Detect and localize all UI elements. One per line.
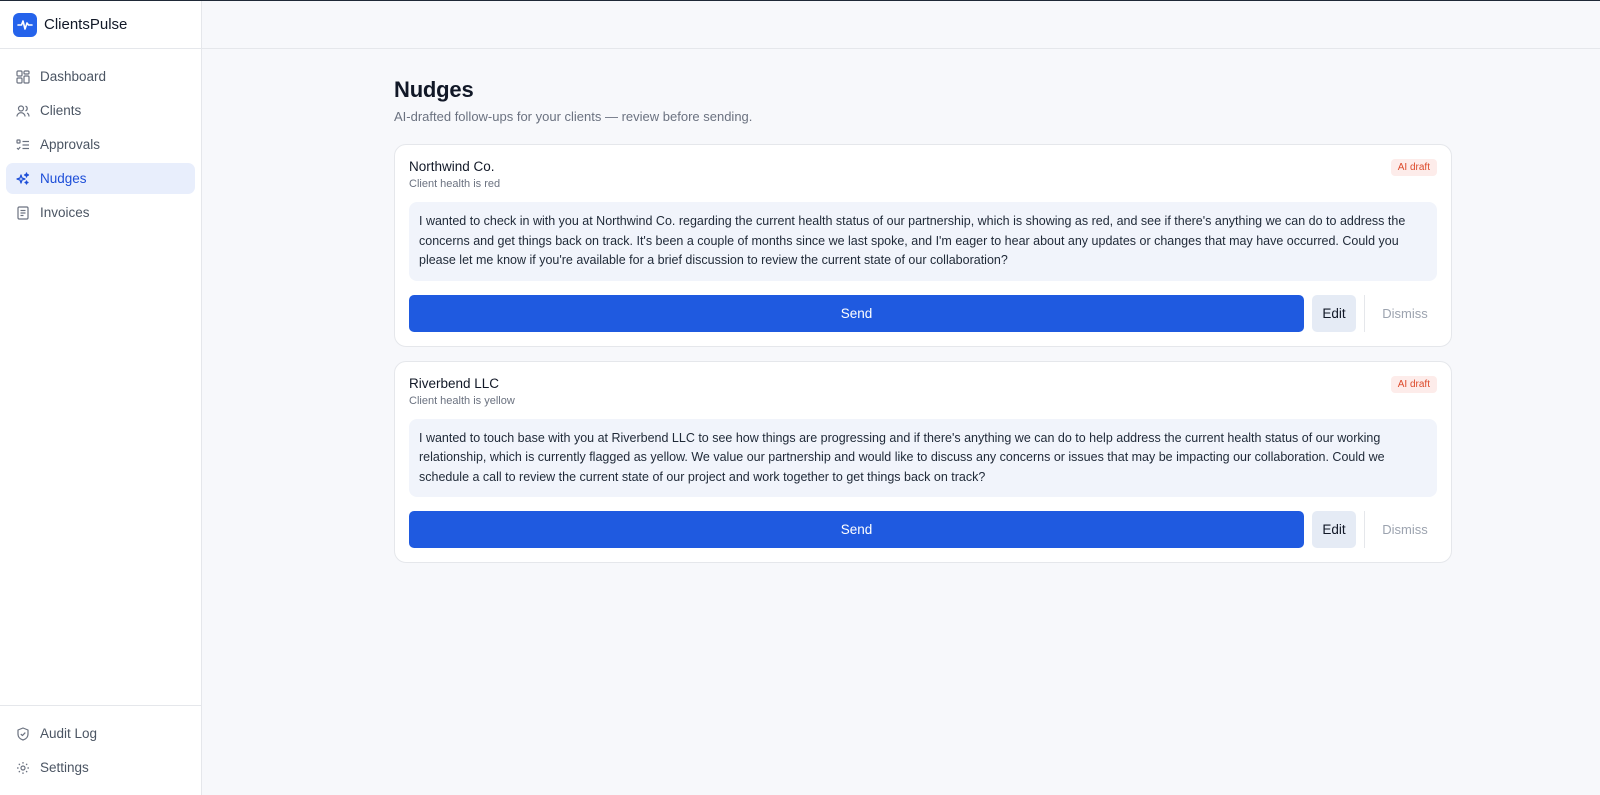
nudge-message: I wanted to check in with you at Northwi… (409, 202, 1437, 281)
main-area: Nudges AI-drafted follow-ups for your cl… (202, 1, 1600, 795)
users-icon (16, 104, 30, 118)
sidebar-item-label: Dashboard (40, 69, 107, 84)
client-health-status: Client health is red (409, 178, 501, 190)
sidebar-item-audit-log[interactable]: Audit Log (6, 718, 195, 749)
sidebar-item-settings[interactable]: Settings (6, 752, 195, 783)
nudge-message: I wanted to touch base with you at River… (409, 418, 1437, 497)
sidebar-item-invoices[interactable]: Invoices (6, 197, 195, 228)
grid-icon (16, 69, 30, 84)
brand-name: ClientsPulse (44, 16, 128, 33)
sparkles-icon (16, 171, 30, 186)
client-name: Riverbend LLC (409, 375, 500, 391)
checklist-icon (16, 138, 30, 152)
dismiss-button[interactable]: Dismiss (1373, 295, 1437, 332)
sidebar-item-label: Settings (40, 760, 89, 775)
sidebar-bottom-nav: Audit Log Settings (0, 705, 201, 795)
nudge-card-header: Riverbend LLC Client health is yellow AI… (409, 375, 1437, 407)
ai-draft-badge: AI draft (1390, 375, 1437, 393)
sidebar-item-label: Approvals (40, 137, 101, 152)
nudge-card: Northwind Co. Client health is red AI dr… (394, 144, 1452, 347)
nudges-page: Nudges AI-drafted follow-ups for your cl… (202, 49, 1452, 563)
dismiss-button[interactable]: Dismiss (1373, 511, 1437, 548)
sidebar-item-dashboard[interactable]: Dashboard (6, 61, 195, 92)
nudge-actions: Send Edit Dismiss (409, 294, 1437, 332)
client-health-status: Client health is yellow (409, 394, 515, 407)
page-subtitle: AI-drafted follow-ups for your clients —… (394, 109, 753, 124)
nudge-actions: Send Edit Dismiss (409, 511, 1437, 548)
sidebar-item-label: Nudges (40, 171, 87, 186)
sidebar-item-label: Audit Log (40, 726, 98, 741)
sidebar-item-clients[interactable]: Clients (6, 95, 195, 126)
page-title: Nudges (394, 77, 474, 102)
app-shell: ClientsPulse Dashboard Clients Approvals (0, 0, 1600, 795)
invoice-icon (16, 205, 30, 220)
send-button[interactable]: Send (409, 294, 1304, 332)
sidebar-item-label: Invoices (40, 205, 90, 220)
nudge-card: Riverbend LLC Client health is yellow AI… (394, 360, 1452, 563)
shield-icon (16, 726, 30, 741)
sidebar-nav: Dashboard Clients Approvals Nudges Invoi… (0, 49, 201, 240)
brand[interactable]: ClientsPulse (0, 1, 201, 49)
sidebar-item-approvals[interactable]: Approvals (6, 129, 195, 160)
action-divider (1364, 511, 1365, 548)
gear-icon (16, 761, 30, 775)
send-button[interactable]: Send (409, 511, 1304, 548)
edit-button[interactable]: Edit (1312, 511, 1356, 548)
pulse-icon (13, 12, 37, 37)
edit-button[interactable]: Edit (1312, 294, 1356, 332)
sidebar: ClientsPulse Dashboard Clients Approvals (0, 1, 202, 795)
nudge-card-header: Northwind Co. Client health is red AI dr… (409, 159, 1437, 190)
top-bar (202, 1, 1600, 49)
sidebar-item-label: Clients (40, 103, 82, 118)
sidebar-item-nudges[interactable]: Nudges (6, 163, 195, 194)
ai-draft-badge: AI draft (1390, 159, 1437, 176)
action-divider (1364, 294, 1365, 332)
client-name: Northwind Co. (409, 159, 495, 174)
